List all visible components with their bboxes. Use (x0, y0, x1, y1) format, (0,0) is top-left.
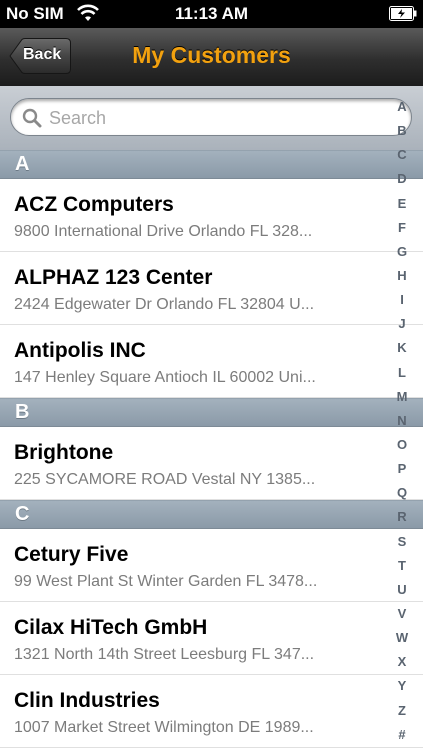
customer-name: Antipolis INC (14, 339, 146, 362)
index-letter[interactable]: R (397, 510, 406, 524)
index-letter[interactable]: S (398, 534, 407, 549)
customer-name: ALPHAZ 123 Center (14, 266, 213, 289)
index-letter[interactable]: F (398, 220, 406, 235)
list-item[interactable]: Antipolis INC 147 Henley Square Antioch … (0, 325, 423, 398)
status-time: 11:13 AM (174, 4, 249, 23)
list-item[interactable]: ACZ Computers 9800 International Drive O… (0, 179, 423, 252)
section-header-b: B (0, 398, 423, 427)
index-letter[interactable]: # (398, 727, 405, 742)
customer-name: Cetury Five (14, 543, 129, 566)
customer-address: 9800 International Drive Orlando FL 328.… (14, 223, 313, 240)
index-letter[interactable]: P (398, 462, 407, 476)
index-letter[interactable]: C (397, 148, 406, 162)
index-letter[interactable]: I (400, 293, 404, 307)
list-item[interactable]: ALPHAZ 123 Center 2424 Edgewater Dr Orla… (0, 252, 423, 325)
index-letter[interactable]: N (397, 413, 406, 428)
list-item[interactable]: Cetury Five 99 West Plant St Winter Gard… (0, 529, 423, 602)
customer-address: 1007 Market Street Wilmington DE 1989... (14, 719, 314, 736)
index-letter[interactable]: Q (397, 486, 407, 500)
index-letter[interactable]: M (397, 389, 408, 404)
index-letter[interactable]: O (397, 437, 407, 452)
index-letter[interactable]: J (398, 317, 405, 331)
index-letter[interactable]: E (398, 196, 407, 211)
customer-address: 2424 Edgewater Dr Orlando FL 32804 U... (14, 296, 315, 313)
search-field[interactable] (10, 98, 412, 136)
page-title: My Customers (132, 42, 291, 68)
customer-address: 147 Henley Square Antioch IL 60002 Uni..… (14, 369, 316, 386)
index-letter[interactable]: G (397, 244, 407, 259)
index-letter[interactable]: B (397, 124, 406, 138)
section-index[interactable]: A B C D E F G H I J K L M N O P Q R S T … (391, 100, 413, 742)
customer-address: 1321 North 14th Street Leesburg FL 347..… (14, 646, 315, 663)
section-header-a: A (0, 150, 423, 179)
customer-address: 99 West Plant St Winter Garden FL 3478..… (14, 573, 318, 590)
status-bar: No SIM 11:13 AM (0, 0, 423, 28)
list-item[interactable]: Brightone 225 SYCAMORE ROAD Vestal NY 13… (0, 427, 423, 500)
search-icon (22, 108, 42, 128)
index-letter[interactable]: Z (398, 703, 406, 718)
index-letter[interactable]: A (397, 100, 406, 114)
index-letter[interactable]: T (398, 558, 406, 573)
customer-name: Cilax HiTech GmbH (14, 616, 208, 639)
index-letter[interactable]: U (397, 582, 406, 597)
navigation-bar: Back My Customers (0, 28, 423, 87)
customer-list: A ACZ Computers 9800 International Drive… (0, 150, 423, 748)
index-letter[interactable]: W (396, 631, 408, 645)
list-item[interactable]: Clin Industries 1007 Market Street Wilmi… (0, 675, 423, 748)
index-letter[interactable]: L (398, 365, 406, 380)
index-letter[interactable]: X (398, 655, 407, 669)
customer-name: ACZ Computers (14, 193, 174, 216)
index-letter[interactable]: V (398, 606, 407, 621)
battery-charging-icon (389, 6, 417, 21)
index-letter[interactable]: D (397, 172, 406, 186)
customer-address: 225 SYCAMORE ROAD Vestal NY 1385... (14, 471, 316, 488)
list-item[interactable]: Cilax HiTech GmbH 1321 North 14th Street… (0, 602, 423, 675)
customer-name: Clin Industries (14, 689, 160, 712)
section-header-c: C (0, 500, 423, 529)
index-letter[interactable]: H (397, 268, 406, 283)
index-letter[interactable]: Y (398, 679, 407, 693)
customer-name: Brightone (14, 441, 114, 464)
search-bar (0, 86, 423, 151)
search-input[interactable] (47, 105, 351, 131)
index-letter[interactable]: K (397, 341, 406, 355)
